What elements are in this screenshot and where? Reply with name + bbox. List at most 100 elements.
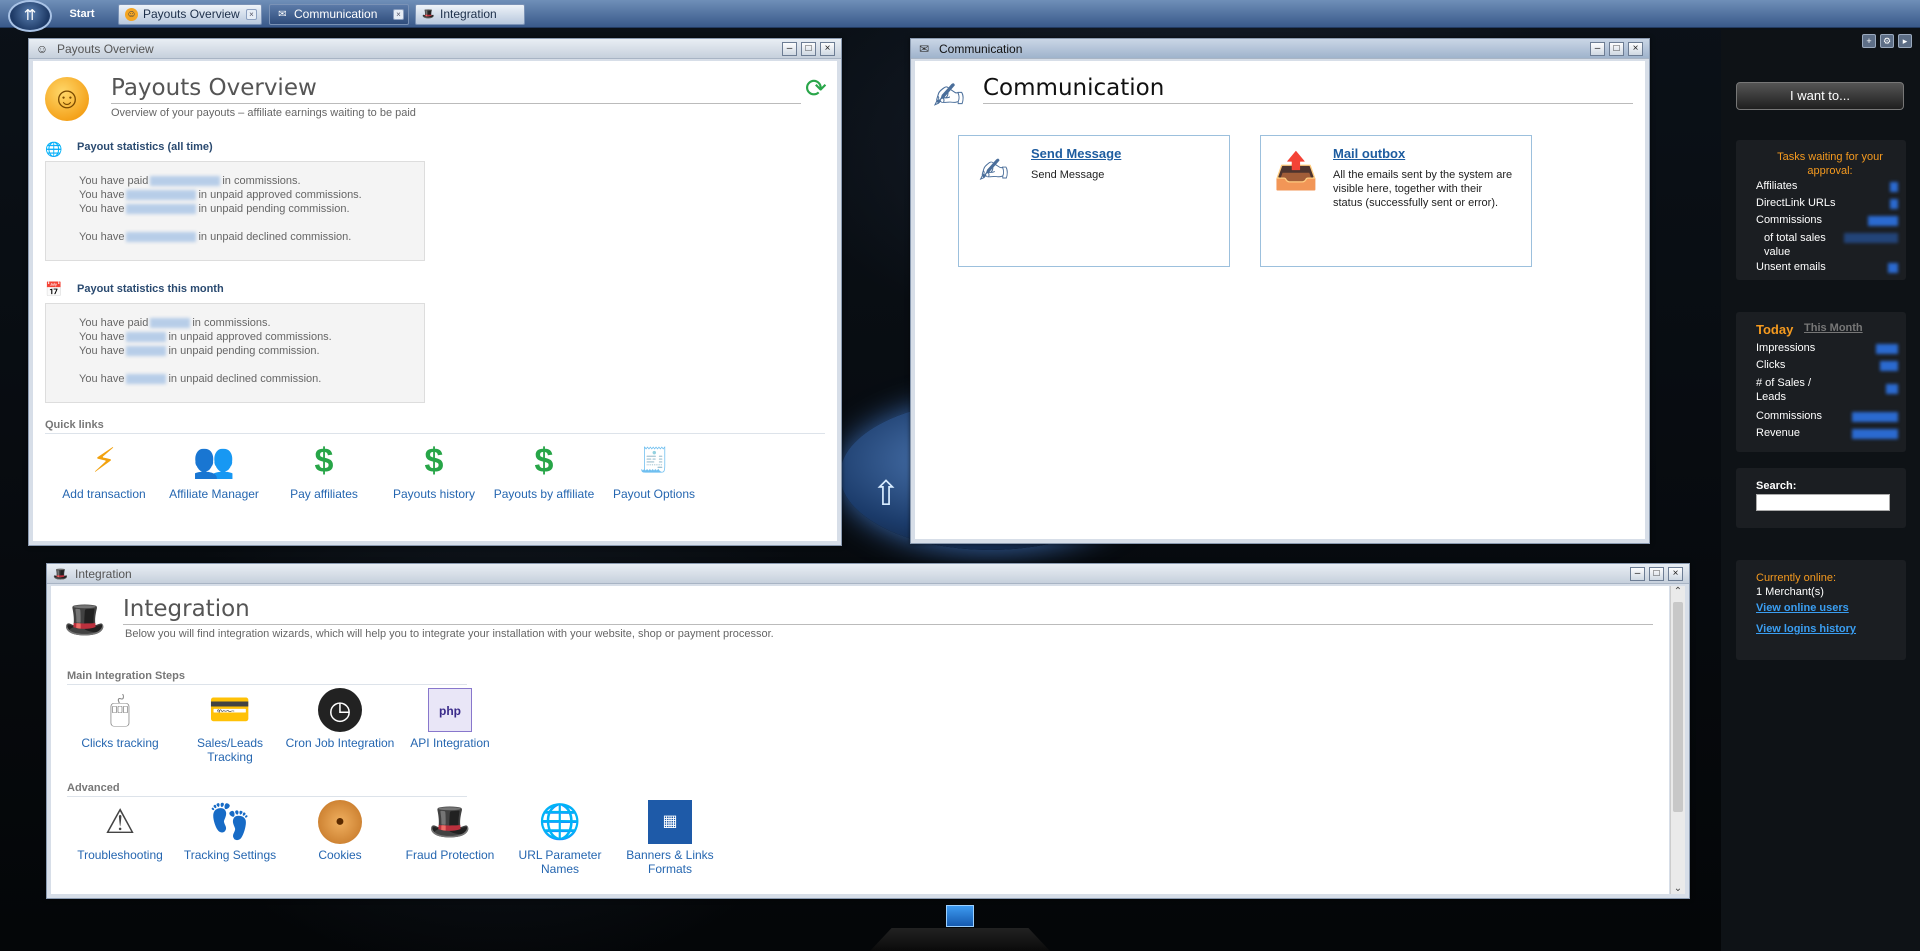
- quick-link-payout-options[interactable]: 🧾 Payout Options: [599, 439, 709, 501]
- search-input[interactable]: [1756, 494, 1890, 511]
- close-icon[interactable]: ×: [1668, 567, 1683, 581]
- close-icon[interactable]: ×: [1628, 42, 1643, 56]
- quick-link-affiliate-manager[interactable]: 👥 Affiliate Manager: [159, 439, 269, 501]
- scrollbar-thumb[interactable]: [1673, 602, 1683, 812]
- tab-today[interactable]: Today: [1756, 322, 1793, 337]
- main-steps-divider: [67, 684, 467, 685]
- envelope-pen-icon: ✍: [978, 150, 1010, 191]
- stat-value: [1886, 384, 1898, 394]
- integration-tracking-settings[interactable]: 👣 Tracking Settings: [175, 800, 285, 862]
- quick-link-payouts-by-affiliate[interactable]: $ Payouts by affiliate: [489, 439, 599, 501]
- view-logins-history-link[interactable]: View logins history: [1756, 623, 1856, 635]
- window-title: Communication: [939, 42, 1023, 56]
- window-title: Integration: [75, 567, 132, 581]
- integration-fraud-protection[interactable]: 🎩 Fraud Protection: [395, 800, 505, 862]
- desktop-dock-icon[interactable]: [946, 905, 974, 927]
- window-titlebar[interactable]: 🎩 Integration – □ ×: [47, 564, 1689, 584]
- task-value[interactable]: [1888, 263, 1898, 273]
- payouts-history-icon: $: [424, 442, 444, 480]
- minimize-icon[interactable]: –: [1630, 567, 1645, 581]
- page-title: Communication: [983, 75, 1165, 101]
- task-value[interactable]: [1890, 182, 1898, 192]
- integration-troubleshooting[interactable]: ⚠ Troubleshooting: [65, 800, 175, 862]
- up-arrow-icon[interactable]: ⇧: [868, 474, 904, 514]
- add-icon[interactable]: +: [1862, 34, 1876, 48]
- integration-url-parameters[interactable]: 🌐 URL Parameter Names: [505, 800, 615, 876]
- tab-communication[interactable]: ✉ Communication ×: [269, 4, 409, 25]
- payouts-by-affiliate-icon: $: [534, 442, 554, 480]
- send-message-link[interactable]: Send Message: [1031, 146, 1121, 161]
- pay-affiliates-icon: $: [314, 442, 334, 480]
- search-label: Search:: [1756, 480, 1797, 492]
- letter-icon: ✉: [918, 42, 930, 56]
- online-panel: Currently online: 1 Merchant(s) View onl…: [1736, 560, 1906, 660]
- scroll-down-icon[interactable]: ⌄: [1673, 883, 1683, 894]
- tab-this-month[interactable]: This Month: [1804, 322, 1863, 334]
- clock-icon: ◷: [318, 688, 362, 732]
- close-icon[interactable]: ×: [820, 42, 835, 56]
- section-heading: Payout statistics this month: [77, 283, 224, 295]
- card-description: Send Message: [1031, 169, 1105, 181]
- integration-banners-links[interactable]: ▦ Banners & Links Formats: [615, 800, 725, 876]
- view-online-users-link[interactable]: View online users: [1756, 602, 1849, 614]
- taskbar: ⇈ Start ☺ Payouts Overview × ✉ Communica…: [0, 0, 1920, 32]
- settings-icon[interactable]: ⚙: [1880, 34, 1894, 48]
- task-row: Commissions: [1756, 214, 1823, 226]
- payout-options-icon: 🧾: [639, 447, 669, 474]
- online-count: 1 Merchant(s): [1756, 586, 1824, 598]
- send-message-card[interactable]: ✍ Send Message Send Message: [958, 135, 1230, 267]
- smiley-icon: ☺: [125, 8, 138, 21]
- integration-sales-leads[interactable]: 💳 Sales/Leads Tracking: [175, 688, 285, 764]
- stat-row: # of Sales / Leads: [1756, 377, 1812, 403]
- warning-icon: ⚠: [104, 803, 136, 841]
- start-logo-icon[interactable]: ⇈: [8, 0, 52, 32]
- stat-line: You have in unpaid approved commissions.: [79, 189, 362, 201]
- mail-outbox-card[interactable]: 📤 Mail outbox All the emails sent by the…: [1260, 135, 1532, 267]
- integration-cron-job[interactable]: ◷ Cron Job Integration: [285, 688, 395, 750]
- task-row: DirectLink URLs: [1756, 197, 1836, 209]
- magic-hat-icon: 🎩: [63, 601, 107, 639]
- stat-line: You have paid in commissions.: [79, 317, 271, 329]
- refresh-icon[interactable]: ⟳: [805, 73, 827, 104]
- tab-integration[interactable]: 🎩 Integration: [415, 4, 525, 25]
- sales-leads-icon: 💳: [208, 691, 252, 729]
- i-want-to-button[interactable]: I want to...: [1736, 82, 1904, 110]
- window-titlebar[interactable]: ☺ Payouts Overview – □ ×: [29, 39, 841, 59]
- title-divider: [111, 103, 801, 104]
- task-value[interactable]: [1868, 216, 1898, 226]
- communication-window: ✉ Communication – □ × ✍ Communication ✍ Se…: [910, 38, 1650, 544]
- maximize-icon[interactable]: □: [801, 42, 816, 56]
- magic-hat-icon: 🎩: [53, 567, 68, 581]
- tab-label: Communication: [294, 7, 378, 21]
- integration-cookies[interactable]: ● Cookies: [285, 800, 395, 862]
- task-value[interactable]: [1890, 199, 1898, 209]
- mail-outbox-link[interactable]: Mail outbox: [1333, 146, 1405, 161]
- window-titlebar[interactable]: ✉ Communication – □ ×: [911, 39, 1649, 59]
- scroll-up-icon[interactable]: ⌃: [1673, 586, 1683, 597]
- stat-line: You have in unpaid pending commission.: [79, 345, 320, 357]
- minimize-icon[interactable]: –: [782, 42, 797, 56]
- window-title: Payouts Overview: [57, 42, 154, 56]
- start-button[interactable]: Start: [58, 4, 106, 24]
- vertical-scrollbar[interactable]: ⌃ ⌄: [1670, 586, 1685, 894]
- quick-link-payouts-history[interactable]: $ Payouts history: [379, 439, 489, 501]
- online-heading: Currently online:: [1756, 572, 1837, 584]
- maximize-icon[interactable]: □: [1649, 567, 1664, 581]
- minimize-icon[interactable]: –: [1590, 42, 1605, 56]
- stat-row: Impressions: [1756, 342, 1816, 354]
- tab-label: Payouts Overview: [143, 7, 240, 21]
- close-icon[interactable]: ×: [393, 9, 404, 20]
- quick-link-pay-affiliates[interactable]: $ Pay affiliates: [269, 439, 379, 501]
- smiley-icon: ☺: [45, 77, 89, 121]
- quick-link-add-transaction[interactable]: ⚡ Add transaction: [49, 439, 159, 501]
- lightning-icon: ⚡: [92, 442, 116, 480]
- stat-row: Clicks: [1756, 359, 1786, 371]
- integration-clicks-tracking[interactable]: 🖱 Clicks tracking: [65, 688, 175, 750]
- arrow-right-icon[interactable]: ▸: [1898, 34, 1912, 48]
- stat-line: You have in unpaid approved commissions.: [79, 331, 332, 343]
- integration-api[interactable]: php API Integration: [395, 688, 505, 750]
- tab-payouts-overview[interactable]: ☺ Payouts Overview ×: [118, 4, 262, 25]
- close-icon[interactable]: ×: [246, 9, 257, 20]
- stat-value: [1852, 412, 1898, 422]
- maximize-icon[interactable]: □: [1609, 42, 1624, 56]
